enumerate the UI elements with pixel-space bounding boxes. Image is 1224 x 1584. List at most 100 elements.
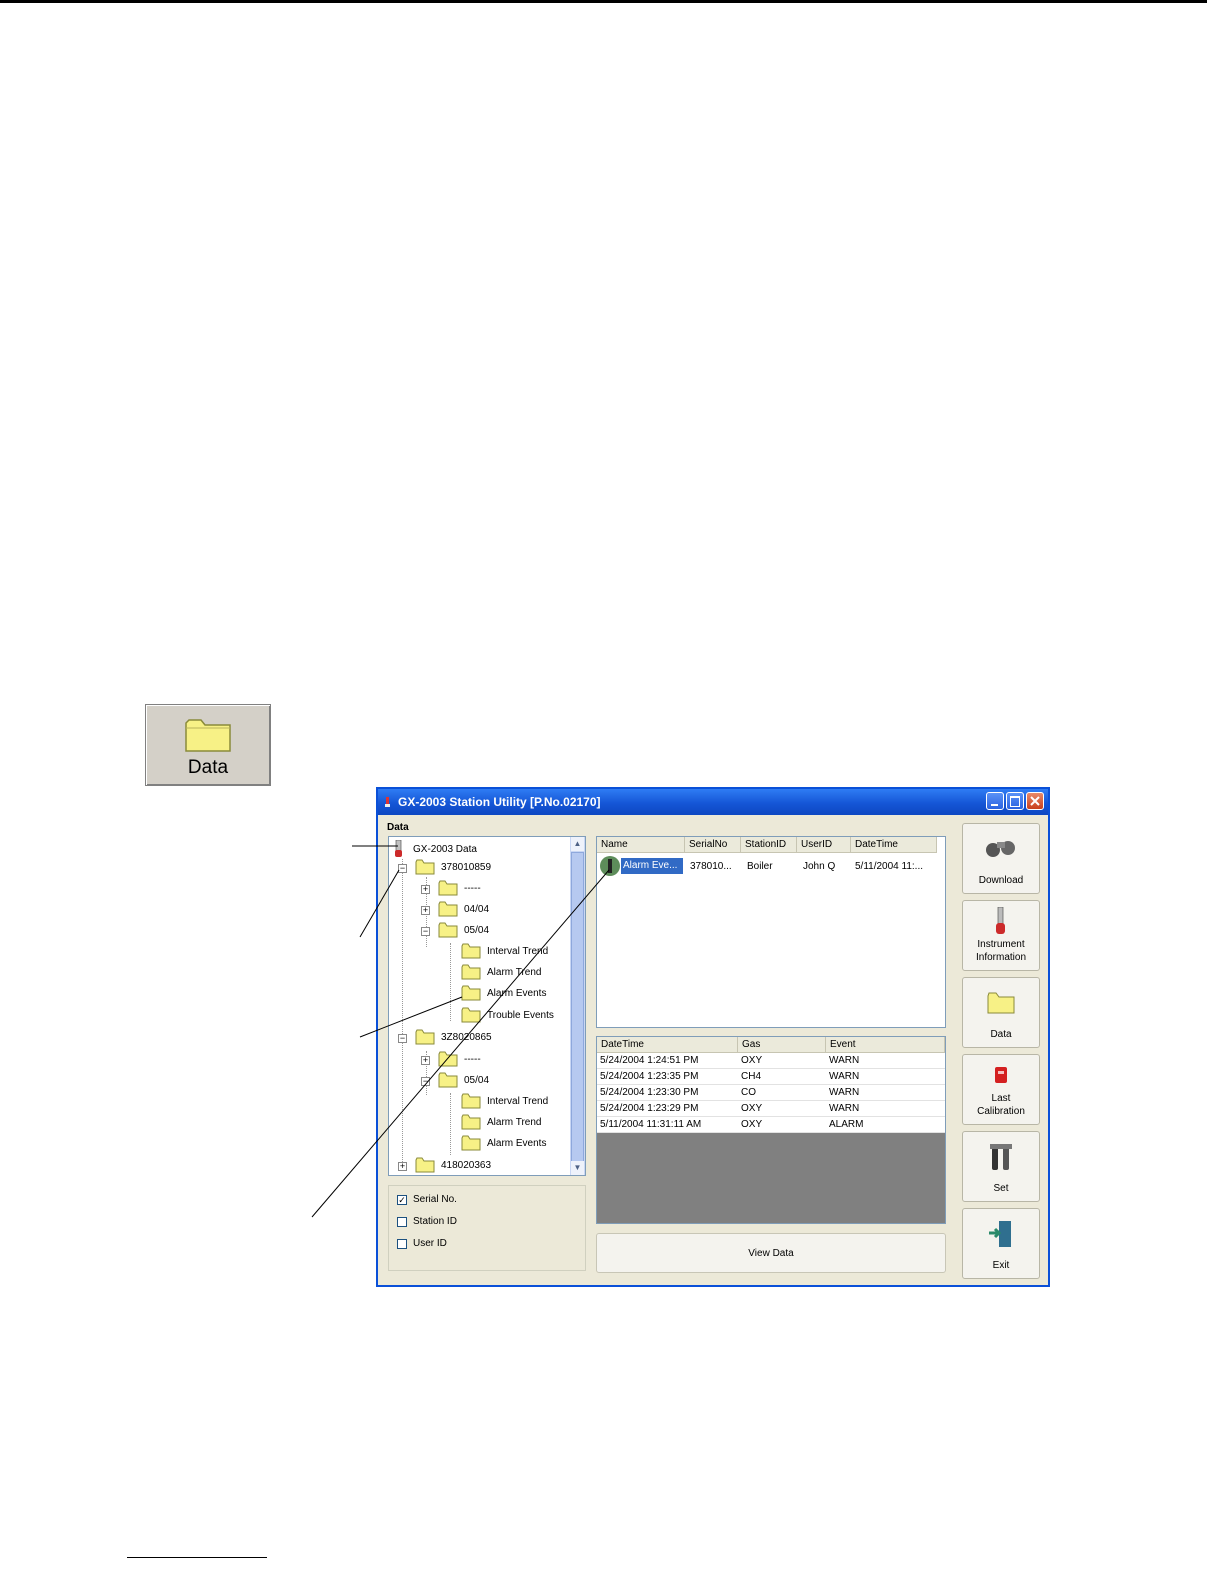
tree-node[interactable]: 3Z8020865	[415, 1029, 492, 1045]
tree-node-label: 378010859	[441, 861, 492, 873]
checkbox-box[interactable]	[397, 1216, 407, 1227]
expander-icon[interactable]: +	[398, 1162, 407, 1171]
close-button[interactable]	[1026, 792, 1044, 810]
page-bottom-rule	[127, 1557, 267, 1558]
tree-node[interactable]: Interval Trend	[461, 943, 548, 959]
file-list[interactable]: Name SerialNo StationID UserID DateTime …	[596, 836, 946, 1028]
window-title: GX-2003 Station Utility [P.No.02170]	[398, 795, 601, 809]
serial-no-checkbox[interactable]: ✓ Serial No.	[397, 1194, 457, 1205]
folder-icon	[438, 901, 458, 917]
alarm-file-icon	[600, 856, 620, 876]
expander-icon[interactable]: +	[421, 1056, 430, 1065]
expander-icon[interactable]: −	[421, 1077, 430, 1086]
tree-node-label: 3Z8020865	[441, 1031, 492, 1043]
column-header-gas[interactable]: Gas	[738, 1037, 826, 1053]
exit-button[interactable]: Exit	[962, 1208, 1040, 1279]
event-gas-cell: OXY	[741, 1103, 763, 1114]
expander-icon[interactable]: −	[421, 927, 430, 936]
checkbox-box[interactable]: ✓	[397, 1194, 407, 1205]
exit-door-icon	[989, 1221, 1011, 1247]
download-button[interactable]: Download	[962, 823, 1040, 894]
tree-node[interactable]: -----	[438, 1051, 481, 1067]
station-id-checkbox[interactable]: Station ID	[397, 1216, 457, 1227]
folder-icon	[461, 1007, 481, 1023]
tree-node-label: 05/04	[464, 924, 490, 936]
tree-root[interactable]: GX-2003 Data	[393, 840, 477, 858]
tree-node-label: Trouble Events	[487, 1009, 554, 1021]
folder-icon	[987, 992, 1015, 1014]
expander-icon[interactable]: −	[398, 864, 407, 873]
data-panel-label: Data	[387, 822, 409, 833]
checkbox-label: User ID	[413, 1238, 447, 1249]
tree-node[interactable]: Alarm Events	[461, 985, 546, 1001]
event-type-cell: WARN	[829, 1103, 860, 1114]
tree-node[interactable]: 418020363	[415, 1157, 491, 1173]
last-calibration-button[interactable]: Last Calibration	[962, 1054, 1040, 1125]
tree-node-label: Interval Trend	[487, 1095, 549, 1107]
folder-icon	[415, 1029, 435, 1045]
data-side-button[interactable]: Data	[962, 977, 1040, 1048]
maximize-icon	[1010, 796, 1020, 807]
user-cell: John Q	[803, 861, 836, 872]
table-row[interactable]: 5/24/2004 1:24:51 PM OXY WARN	[597, 1053, 945, 1069]
tree-node-label: -----	[464, 1053, 481, 1065]
folder-icon	[438, 1072, 458, 1088]
tree-node-label: 05/04	[464, 1074, 490, 1086]
last-calibration-label: Last Calibration	[977, 1093, 1025, 1117]
file-name-cell: Alarm Eve...	[621, 858, 683, 874]
data-button-illustration[interactable]: Data	[145, 704, 271, 786]
tree-node-label: Alarm Trend	[487, 1116, 542, 1128]
folder-icon	[461, 985, 481, 1001]
tree-node[interactable]: Interval Trend	[461, 1093, 548, 1109]
data-tree[interactable]: GX-2003 Data − 378010859 + ----- + 04/04…	[388, 836, 586, 1176]
expander-icon[interactable]: −	[398, 1034, 407, 1043]
maximize-button[interactable]	[1006, 792, 1024, 810]
tree-node[interactable]: Alarm Trend	[461, 964, 541, 980]
tree-node[interactable]: Alarm Trend	[461, 1114, 541, 1130]
tree-scrollbar[interactable]: ▲ ▼	[570, 837, 585, 1175]
event-list[interactable]: DateTime Gas Event 5/24/2004 1:24:51 PM …	[596, 1036, 946, 1224]
tree-node[interactable]: 05/04	[438, 1072, 489, 1088]
scroll-thumb[interactable]	[571, 852, 584, 1162]
event-datetime-cell: 5/24/2004 1:23:30 PM	[600, 1087, 699, 1098]
table-row[interactable]: 5/11/2004 11:31:11 AM OXY ALARM	[597, 1117, 945, 1133]
instrument-information-button[interactable]: Instrument Information	[962, 900, 1040, 971]
event-type-cell: WARN	[829, 1071, 860, 1082]
title-bar[interactable]: GX-2003 Station Utility [P.No.02170]	[378, 789, 1048, 815]
tree-node[interactable]: -----	[438, 880, 481, 896]
folder-icon	[438, 1051, 458, 1067]
minimize-button[interactable]	[986, 792, 1004, 810]
column-header-userid[interactable]: UserID	[797, 837, 851, 853]
column-header-stationid[interactable]: StationID	[741, 837, 797, 853]
folder-icon	[415, 1157, 435, 1173]
column-header-serialno[interactable]: SerialNo	[685, 837, 741, 853]
scroll-up-icon[interactable]: ▲	[571, 837, 584, 851]
event-datetime-cell: 5/24/2004 1:23:35 PM	[600, 1071, 699, 1082]
tree-node-label: Interval Trend	[487, 945, 549, 957]
table-row[interactable]: 5/24/2004 1:23:29 PM OXY WARN	[597, 1101, 945, 1117]
checkbox-box[interactable]	[397, 1238, 407, 1249]
user-id-checkbox[interactable]: User ID	[397, 1238, 447, 1249]
event-gas-cell: CO	[741, 1087, 756, 1098]
tree-node[interactable]: 04/04	[438, 901, 489, 917]
scroll-down-icon[interactable]: ▼	[571, 1161, 584, 1175]
expander-icon[interactable]: +	[421, 885, 430, 894]
column-header-name[interactable]: Name	[597, 837, 685, 853]
set-label: Set	[993, 1183, 1009, 1194]
column-header-event[interactable]: Event	[826, 1037, 945, 1053]
close-icon	[1030, 796, 1040, 806]
column-header-datetime[interactable]: DateTime	[597, 1037, 738, 1053]
expander-icon[interactable]: +	[421, 906, 430, 915]
column-header-datetime[interactable]: DateTime	[851, 837, 937, 853]
view-data-button[interactable]: View Data	[596, 1233, 946, 1273]
table-row[interactable]: 5/24/2004 1:23:35 PM CH4 WARN	[597, 1069, 945, 1085]
tree-node-label: 418020363	[441, 1159, 492, 1171]
set-button[interactable]: Set	[962, 1131, 1040, 1202]
table-row[interactable]: 5/24/2004 1:23:30 PM CO WARN	[597, 1085, 945, 1101]
tree-node[interactable]: Trouble Events	[461, 1007, 554, 1023]
tree-node[interactable]: Alarm Events	[461, 1135, 546, 1151]
tree-node[interactable]: 378010859	[415, 859, 491, 875]
table-row[interactable]: Alarm Eve... 378010... Boiler John Q 5/1…	[597, 855, 945, 877]
instrument-icon	[996, 907, 1005, 934]
tree-node[interactable]: 05/04	[438, 922, 489, 938]
